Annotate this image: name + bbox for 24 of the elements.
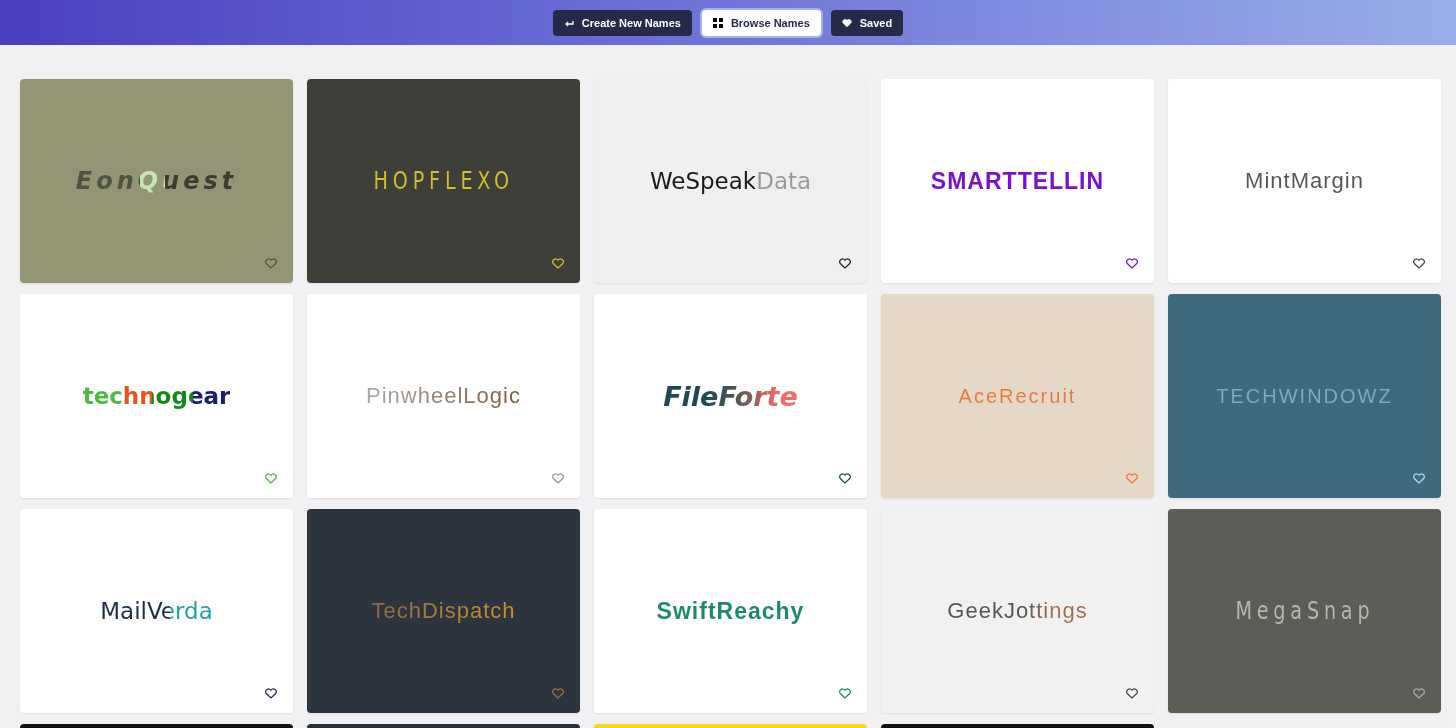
nav-button[interactable]: Saved	[830, 9, 904, 36]
heart-icon[interactable]	[839, 473, 851, 484]
name-card[interactable]: PinwheelLogic	[307, 294, 580, 498]
nav-button[interactable]: Create New Names	[552, 9, 692, 36]
name-card[interactable]: MintMargin	[1168, 79, 1441, 283]
heart-icon[interactable]	[552, 258, 564, 269]
heart-icon[interactable]	[1413, 258, 1425, 269]
name-card[interactable]: MailVerda	[20, 509, 293, 713]
heart-icon	[841, 17, 852, 28]
name-card[interactable]: WeSpeakData	[594, 79, 867, 283]
heart-icon[interactable]	[1126, 688, 1138, 699]
name-card[interactable]: technogear	[20, 294, 293, 498]
heart-icon[interactable]	[1126, 258, 1138, 269]
grid-icon	[712, 17, 723, 28]
name-card[interactable]: SMARTTELLIN	[881, 79, 1154, 283]
name-card[interactable]: MegaSnap	[1168, 509, 1441, 713]
name-card[interactable]: HOPFLEXO	[307, 79, 580, 283]
nav-button[interactable]: Browse Names	[701, 9, 821, 36]
heart-icon[interactable]	[265, 688, 277, 699]
name-card[interactable]: SwiftReachy	[594, 509, 867, 713]
name-card[interactable]: GeekJottings	[881, 509, 1154, 713]
name-card[interactable]: FileForte	[594, 294, 867, 498]
heart-icon[interactable]	[839, 258, 851, 269]
name-card[interactable]: TechDispatch	[307, 509, 580, 713]
